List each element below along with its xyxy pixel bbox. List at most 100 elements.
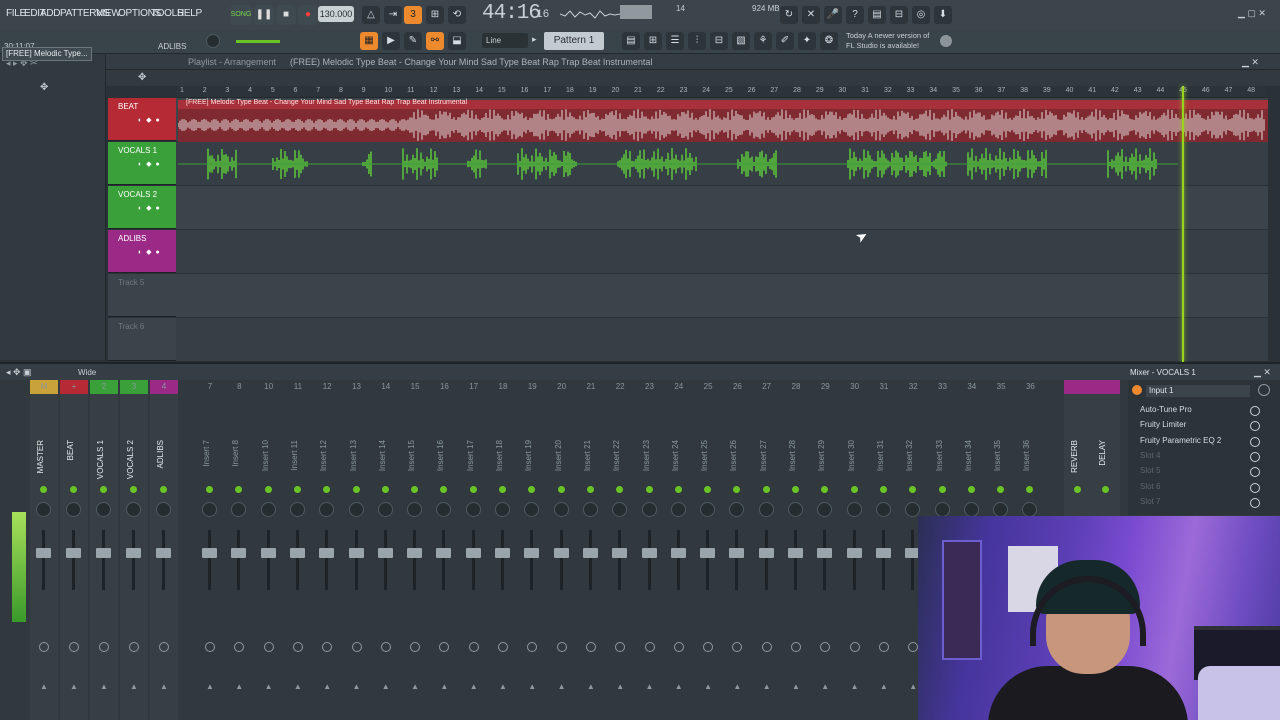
route-button[interactable] (234, 642, 245, 652)
volume-fader[interactable] (758, 548, 774, 558)
playlist-view-button[interactable]: ▤ (622, 32, 640, 50)
volume-fader[interactable] (524, 548, 540, 558)
chat-button[interactable]: ◎ (912, 6, 930, 24)
volume-fader[interactable] (670, 548, 686, 558)
mixer-strip[interactable]: 11 Insert 11 ▲ (284, 380, 312, 720)
pan-knob[interactable] (612, 502, 628, 517)
pan-knob[interactable] (36, 502, 51, 517)
track-controls-icon[interactable]: ◐ ◆ ● (138, 248, 161, 256)
route-button[interactable] (820, 642, 831, 652)
pan-knob[interactable] (156, 502, 171, 517)
strip-enable-led[interactable] (1102, 486, 1109, 493)
strip-enable-led[interactable] (323, 486, 331, 493)
volume-fader[interactable] (729, 548, 745, 558)
fx-slot[interactable]: Slot 6 (1140, 482, 1160, 491)
track-header[interactable]: VOCALS 1 ◐ ◆ ● (108, 142, 176, 185)
route-button[interactable] (439, 642, 450, 652)
send-arrow-icon[interactable]: ▲ (353, 682, 361, 691)
slot-toggle-icon[interactable] (1250, 451, 1260, 462)
mixer-strip[interactable]: 27 Insert 27 ▲ (753, 380, 781, 720)
song-mode-toggle[interactable]: SONG (230, 5, 252, 25)
mixer-strip[interactable]: 20 Insert 20 ▲ (548, 380, 576, 720)
track-lane[interactable] (176, 318, 1268, 362)
slot-toggle-icon[interactable] (1250, 482, 1260, 493)
save-button[interactable]: ▤ (868, 6, 886, 24)
mixer-strip[interactable]: 15 Insert 15 ▲ (401, 380, 429, 720)
pan-knob[interactable] (436, 502, 452, 517)
route-button[interactable] (732, 642, 743, 652)
route-button[interactable] (322, 642, 333, 652)
pan-knob[interactable] (817, 502, 833, 517)
send-arrow-icon[interactable]: ▲ (616, 682, 624, 691)
mixer-strip[interactable]: 23 Insert 23 ▲ (636, 380, 664, 720)
stamp-tool-button[interactable]: ⬓ (448, 32, 466, 50)
volume-fader[interactable] (817, 548, 833, 558)
send-arrow-icon[interactable]: ▲ (70, 682, 78, 691)
strip-enable-led[interactable] (469, 486, 477, 493)
send-arrow-icon[interactable]: ▲ (558, 682, 566, 691)
step-edit-button[interactable]: ⊞ (426, 6, 444, 24)
pan-knob[interactable] (231, 502, 247, 517)
pan-knob[interactable] (875, 502, 891, 517)
send-arrow-icon[interactable]: ▲ (704, 682, 712, 691)
send-arrow-icon[interactable]: ▲ (40, 682, 48, 691)
strip-enable-led[interactable] (997, 486, 1005, 493)
route-button[interactable] (908, 642, 919, 652)
track-controls-icon[interactable]: ◐ ◆ ● (138, 160, 161, 168)
playlist-window-controls[interactable]: ▁ ✕ (1242, 57, 1259, 68)
send-arrow-icon[interactable]: ▲ (587, 682, 595, 691)
piano-roll-button[interactable]: ▦ (360, 32, 378, 50)
route-button[interactable] (498, 642, 508, 652)
send-arrow-icon[interactable]: ▲ (206, 682, 214, 691)
pan-knob[interactable] (465, 502, 481, 517)
track-header[interactable]: VOCALS 2 ◐ ◆ ● (108, 186, 176, 229)
strip-enable-led[interactable] (264, 486, 272, 493)
send-arrow-icon[interactable]: ▲ (294, 682, 302, 691)
pan-knob[interactable] (126, 502, 141, 517)
snap-select[interactable]: Line (482, 33, 528, 48)
volume-fader[interactable] (36, 548, 51, 558)
strip-enable-led[interactable] (645, 486, 653, 493)
pan-knob[interactable] (670, 502, 686, 517)
route-button[interactable] (673, 642, 684, 652)
pause-button[interactable]: ❚❚ (254, 5, 274, 25)
next-button[interactable]: ▶ (382, 32, 400, 50)
mixer-strip[interactable]: 13 Insert 13 ▲ (343, 380, 371, 720)
mixer-strip[interactable]: 3 VOCALS 2 ▲ (120, 380, 148, 720)
strip-enable-led[interactable] (586, 486, 594, 493)
route-button[interactable] (69, 642, 79, 652)
mixer-strip[interactable]: 26 Insert 26 ▲ (723, 380, 751, 720)
pan-knob[interactable] (202, 502, 217, 517)
pan-knob[interactable] (758, 502, 774, 517)
mixer-strip[interactable]: 14 Insert 14 ▲ (372, 380, 400, 720)
link-tool-button[interactable]: ⚯ (426, 32, 444, 50)
plugin-button[interactable]: ⚘ (754, 32, 772, 50)
mixer-strip[interactable]: 25 Insert 25 ▲ (694, 380, 722, 720)
route-button[interactable] (703, 642, 714, 652)
send-arrow-icon[interactable]: ▲ (851, 682, 859, 691)
strip-enable-led[interactable] (967, 486, 975, 493)
mixer-strip[interactable]: 4 ADLIBS ▲ (150, 380, 178, 720)
route-button[interactable] (292, 642, 303, 652)
strip-enable-led[interactable] (557, 486, 565, 493)
strip-enable-led[interactable] (70, 486, 77, 493)
strip-enable-led[interactable] (100, 486, 107, 493)
route-button[interactable] (410, 642, 421, 652)
send-arrow-icon[interactable]: ▲ (909, 682, 917, 691)
pan-knob[interactable] (582, 502, 598, 517)
route-button[interactable] (39, 642, 49, 652)
pan-knob[interactable] (319, 502, 335, 517)
strip-enable-led[interactable] (850, 486, 858, 493)
fx-slot[interactable]: Fruity Parametric EQ 2 (1140, 436, 1221, 445)
output-icon[interactable] (1258, 384, 1270, 396)
track-lane[interactable] (176, 230, 1268, 274)
strip-enable-led[interactable] (528, 486, 536, 493)
strip-enable-led[interactable] (821, 486, 829, 493)
touch-button[interactable]: ✦ (798, 32, 816, 50)
download-button[interactable]: ⬇ (934, 6, 952, 24)
route-button[interactable] (527, 642, 538, 652)
strip-enable-led[interactable] (235, 486, 243, 493)
pan-knob[interactable] (788, 502, 803, 517)
channel-rack-button[interactable]: ⊞ (644, 32, 662, 50)
mixer-button[interactable]: ⊟ (890, 6, 908, 24)
